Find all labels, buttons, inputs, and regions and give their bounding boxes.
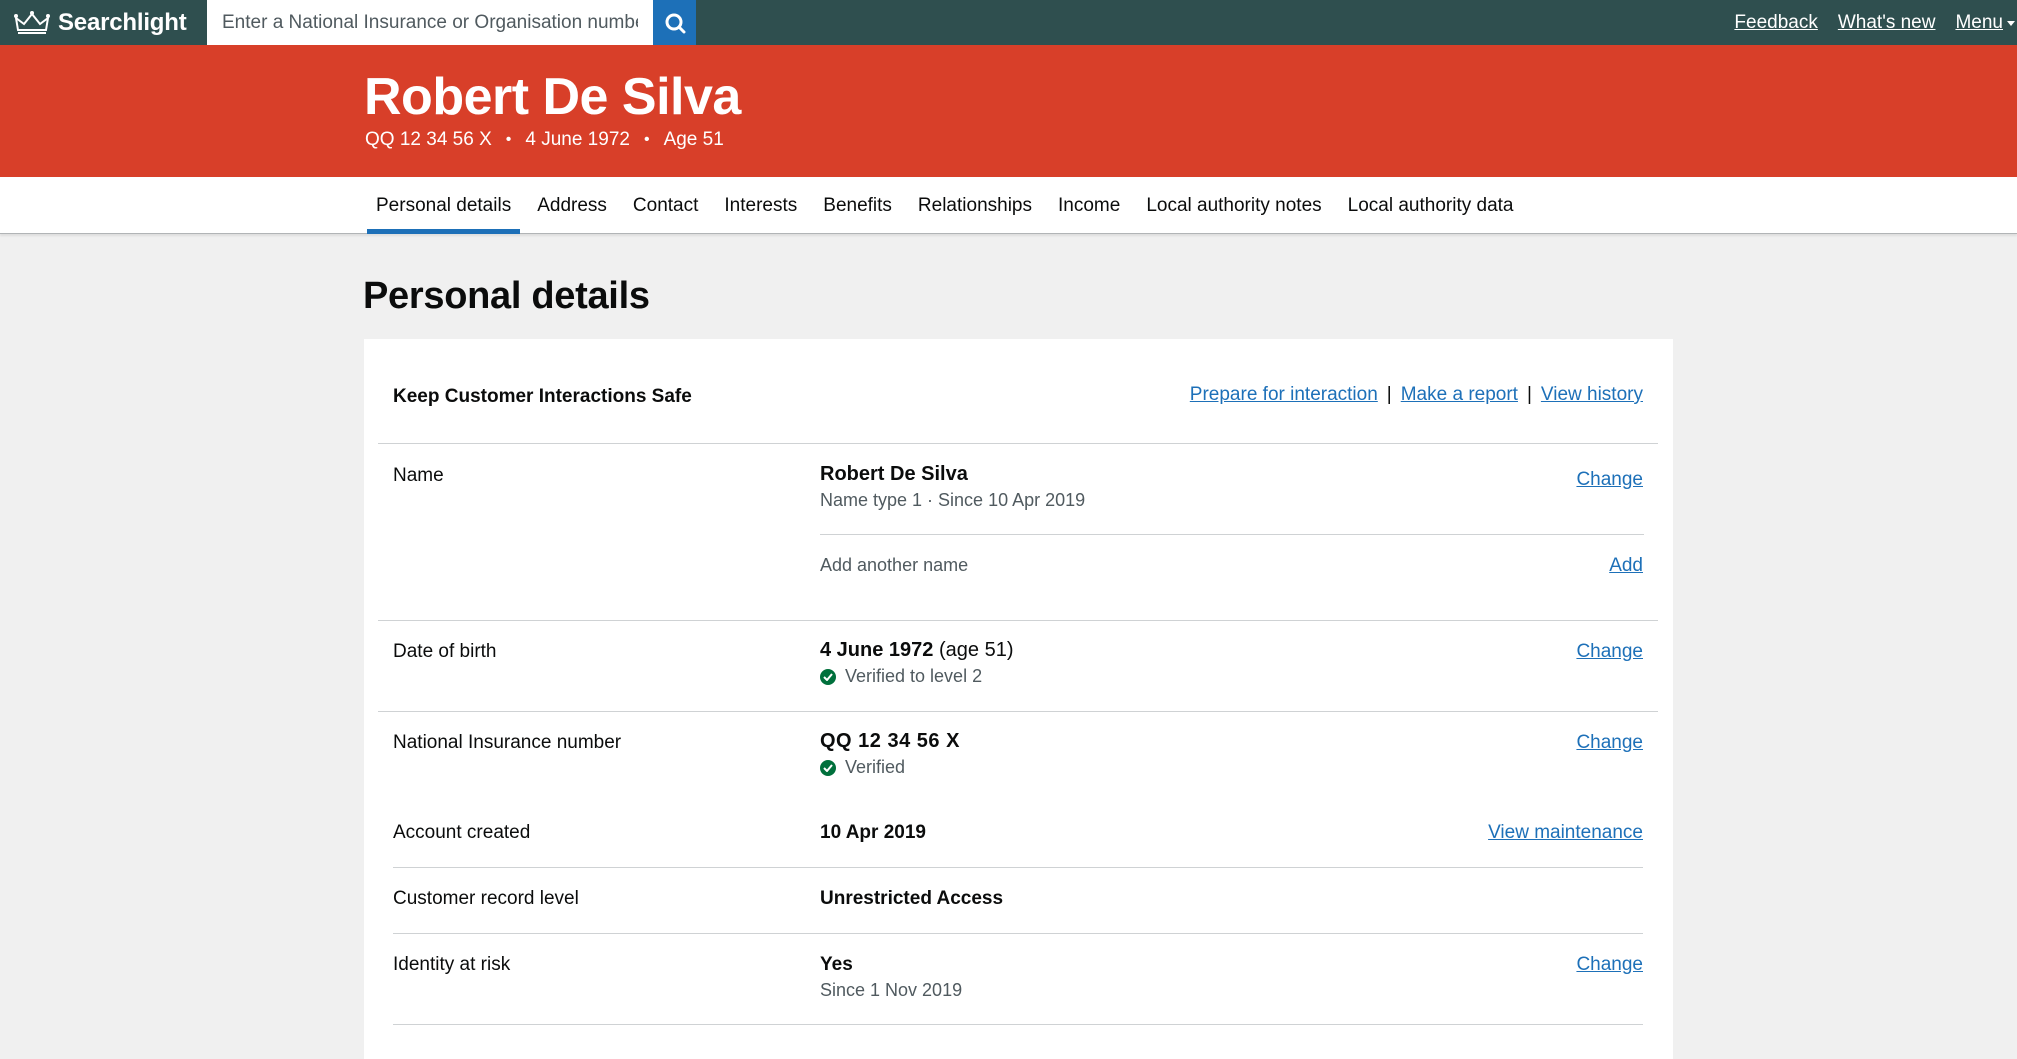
tab-personal-details[interactable]: Personal details: [367, 177, 521, 234]
action-separator: |: [1386, 384, 1392, 405]
divider: [378, 620, 1658, 621]
record-level-value: Unrestricted Access: [820, 888, 1004, 909]
nino-verification: Verified: [820, 757, 960, 778]
divider: [393, 933, 1643, 934]
search-button[interactable]: [653, 0, 696, 45]
dob-value-line: 4 June 1972 (age 51): [820, 639, 1013, 662]
identity-at-risk-label: Identity at risk: [393, 954, 511, 975]
whats-new-link[interactable]: What's new: [1838, 12, 1936, 34]
dob-label: Date of birth: [393, 641, 497, 662]
tab-benefits[interactable]: Benefits: [814, 177, 901, 234]
top-navigation-bar: Searchlight Feedback What's new Menu: [0, 0, 2017, 45]
tab-local-authority-notes[interactable]: Local authority notes: [1137, 177, 1330, 234]
view-history-link[interactable]: View history: [1541, 384, 1643, 406]
nino-value: QQ 12 34 56 X: [820, 730, 960, 752]
divider: [393, 867, 1643, 868]
identity-at-risk-block: Yes Since 1 Nov 2019: [820, 954, 962, 1001]
person-summary: QQ 12 34 56 X • 4 June 1972 • Age 51: [365, 129, 724, 151]
change-nino-link[interactable]: Change: [1576, 732, 1643, 754]
add-name-link[interactable]: Add: [1609, 555, 1643, 577]
divider: [378, 711, 1658, 712]
divider: [378, 443, 1658, 444]
divider: [820, 534, 1644, 535]
record-level-label: Customer record level: [393, 888, 579, 909]
card-header: Keep Customer Interactions Safe Prepare …: [364, 339, 1673, 443]
divider: [393, 1024, 1643, 1025]
top-links: Feedback What's new Menu: [1714, 0, 2015, 45]
identity-at-risk-value: Yes: [820, 954, 853, 975]
nino-verification-text: Verified: [845, 757, 906, 777]
card-actions: Prepare for interaction | Make a report …: [1190, 384, 1643, 406]
separator-dot: •: [505, 131, 512, 148]
separator-dot: •: [643, 131, 650, 148]
dob-verification: Verified to level 2: [820, 666, 1013, 687]
nino-value-block: QQ 12 34 56 X Verified: [820, 730, 960, 778]
tab-interests[interactable]: Interests: [715, 177, 806, 234]
check-circle-icon: [820, 759, 836, 776]
person-age: Age 51: [663, 129, 724, 150]
card-title: Keep Customer Interactions Safe: [393, 386, 692, 407]
search-bar: [207, 0, 696, 45]
name-type-since: Name type 1 · Since 10 Apr 2019: [820, 490, 1086, 510]
tab-contact[interactable]: Contact: [624, 177, 707, 234]
tab-local-authority-data[interactable]: Local authority data: [1339, 177, 1523, 234]
brand-logo[interactable]: Searchlight: [0, 0, 207, 45]
identity-at-risk-since: Since 1 Nov 2019: [820, 980, 963, 1000]
search-input[interactable]: [207, 0, 653, 45]
add-another-name-text: Add another name: [820, 555, 969, 575]
account-created-label: Account created: [393, 822, 531, 843]
dob-value: 4 June 1972: [820, 639, 934, 661]
tab-address[interactable]: Address: [528, 177, 616, 234]
personal-details-card: Keep Customer Interactions Safe Prepare …: [364, 339, 1673, 1059]
prepare-for-interaction-link[interactable]: Prepare for interaction: [1190, 384, 1378, 406]
menu-toggle[interactable]: Menu: [1935, 12, 2015, 34]
feedback-link[interactable]: Feedback: [1734, 12, 1817, 34]
brand-name: Searchlight: [58, 8, 187, 36]
record-tabs: Personal details Address Contact Interes…: [0, 177, 2017, 234]
menu-link[interactable]: Menu: [1955, 12, 2003, 34]
person-nino: QQ 12 34 56 X: [365, 129, 492, 150]
dob-age: (age 51): [938, 639, 1014, 661]
account-created-value: 10 Apr 2019: [820, 822, 926, 843]
name-label: Name: [393, 465, 444, 486]
dob-value-block: 4 June 1972 (age 51) Verified to level 2: [820, 639, 1013, 687]
view-maintenance-link[interactable]: View maintenance: [1488, 822, 1643, 844]
name-value: Robert De Silva: [820, 463, 968, 485]
change-dob-link[interactable]: Change: [1576, 641, 1643, 663]
change-name-link[interactable]: Change: [1576, 469, 1643, 491]
dob-verification-text: Verified to level 2: [845, 666, 983, 686]
nino-label: National Insurance number: [393, 732, 622, 753]
tab-list: Personal details Address Contact Interes…: [367, 177, 1531, 234]
search-icon: [665, 13, 685, 33]
check-circle-icon: [820, 668, 836, 685]
person-header: Robert De Silva QQ 12 34 56 X • 4 June 1…: [0, 45, 2017, 177]
page-title: Personal details: [363, 275, 650, 317]
tab-income[interactable]: Income: [1049, 177, 1129, 234]
person-name: Robert De Silva: [364, 68, 741, 126]
action-separator: |: [1526, 384, 1532, 405]
crown-icon: [14, 10, 50, 34]
person-dob: 4 June 1972: [525, 129, 630, 150]
chevron-down-icon: [2007, 21, 2015, 26]
tab-relationships[interactable]: Relationships: [909, 177, 1041, 234]
change-identity-at-risk-link[interactable]: Change: [1576, 954, 1643, 976]
name-value-block: Robert De Silva Name type 1 · Since 10 A…: [820, 463, 1085, 511]
make-a-report-link[interactable]: Make a report: [1401, 384, 1518, 406]
